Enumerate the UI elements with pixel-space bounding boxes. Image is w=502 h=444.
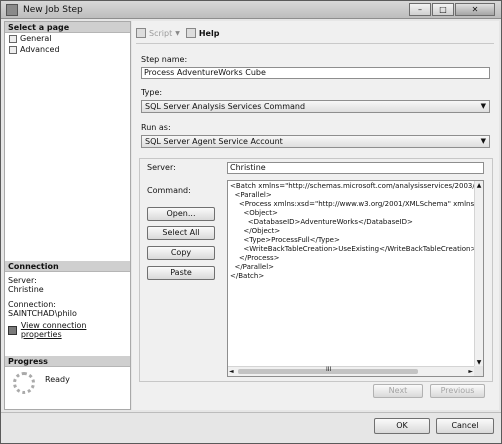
sidebar-item-label: Advanced — [20, 45, 60, 54]
scroll-thumb-grip-icon: III — [326, 366, 332, 373]
type-value: SQL Server Analysis Services Command — [145, 102, 306, 111]
page-icon — [9, 45, 17, 54]
run-as-select[interactable]: SQL Server Agent Service Account ▼ — [141, 135, 490, 148]
progress-status: Ready — [45, 375, 70, 384]
ok-button[interactable]: OK — [374, 418, 430, 434]
connection-value: SAINTCHAD\philo — [8, 309, 77, 318]
chevron-down-icon: ▼ — [480, 102, 486, 110]
script-icon[interactable] — [136, 28, 146, 38]
sidebar-item-general[interactable]: General — [5, 33, 130, 44]
paste-button[interactable]: Paste — [147, 266, 215, 280]
step-name-label: Step name: — [141, 55, 188, 64]
close-button[interactable]: ✕ — [455, 3, 495, 16]
dialog-icon — [6, 4, 18, 16]
sidebar-item-label: General — [20, 34, 52, 43]
view-connection-properties-link[interactable]: View connection properties — [8, 321, 127, 339]
footer-separator — [1, 412, 501, 413]
cancel-button[interactable]: Cancel — [436, 418, 494, 434]
type-label: Type: — [141, 88, 163, 97]
page-icon — [9, 34, 17, 43]
select-page-header: Select a page — [5, 22, 130, 33]
server-label: Server: — [147, 163, 176, 172]
select-all-button[interactable]: Select All — [147, 226, 215, 240]
horizontal-scroll-thumb[interactable]: III — [238, 366, 418, 374]
scroll-up-icon[interactable]: ▲ — [475, 181, 483, 190]
progress-section: Progress Ready — [5, 356, 130, 409]
progress-spinner-icon — [13, 372, 35, 394]
connection-label: Connection: — [8, 300, 56, 309]
command-textarea[interactable]: <Batch xmlns="http://schemas.microsoft.c… — [227, 180, 484, 377]
maximize-button[interactable]: □ — [432, 3, 454, 16]
scrollbar-corner — [474, 366, 483, 376]
toolbar-separator — [136, 43, 494, 44]
server-value: Christine — [8, 285, 44, 294]
minimize-button[interactable]: – — [409, 3, 431, 16]
command-text[interactable]: <Batch xmlns="http://schemas.microsoft.c… — [230, 182, 476, 365]
next-button[interactable]: Next — [373, 384, 423, 398]
run-as-label: Run as: — [141, 123, 171, 132]
help-button[interactable]: Help — [199, 29, 220, 38]
new-job-step-dialog: New Job Step – □ ✕ Select a page General… — [0, 0, 502, 444]
sidebar: Select a page General Advanced Connectio… — [4, 21, 131, 410]
connection-properties-icon — [8, 325, 17, 335]
main-panel: Script ▼ Help Step name: Process Adventu… — [132, 21, 499, 410]
run-as-value: SQL Server Agent Service Account — [145, 137, 283, 146]
server-label: Server: — [8, 276, 37, 285]
script-button[interactable]: Script — [149, 29, 172, 38]
server-field[interactable]: Christine — [227, 162, 484, 174]
window-controls: – □ ✕ — [408, 3, 495, 16]
type-select[interactable]: SQL Server Analysis Services Command ▼ — [141, 100, 490, 113]
progress-header: Progress — [5, 356, 130, 367]
dialog-title: New Job Step — [23, 5, 83, 15]
chevron-down-icon: ▼ — [480, 137, 486, 145]
scroll-left-icon[interactable]: ◄ — [229, 367, 234, 376]
help-icon[interactable] — [185, 28, 196, 38]
open-button[interactable]: Open... — [147, 207, 215, 221]
toolbar: Script ▼ Help — [136, 26, 219, 40]
copy-button[interactable]: Copy — [147, 246, 215, 260]
previous-button[interactable]: Previous — [430, 384, 485, 398]
command-label: Command: — [147, 186, 191, 195]
horizontal-scrollbar[interactable]: ◄ III ► — [228, 366, 474, 376]
view-connection-properties-label: View connection properties — [20, 321, 87, 339]
script-dropdown-icon[interactable]: ▼ — [175, 30, 180, 37]
connection-header: Connection — [5, 261, 130, 272]
connection-section: Connection Server: Christine Connection:… — [5, 261, 130, 356]
vertical-scrollbar[interactable]: ▲ ▼ — [474, 181, 483, 367]
command-panel: Server: Christine Command: Open... Selec… — [139, 158, 493, 382]
scroll-right-icon[interactable]: ► — [468, 367, 473, 376]
title-bar[interactable]: New Job Step – □ ✕ — [1, 1, 501, 19]
sidebar-item-advanced[interactable]: Advanced — [5, 44, 130, 55]
step-name-field[interactable]: Process AdventureWorks Cube — [141, 67, 490, 79]
